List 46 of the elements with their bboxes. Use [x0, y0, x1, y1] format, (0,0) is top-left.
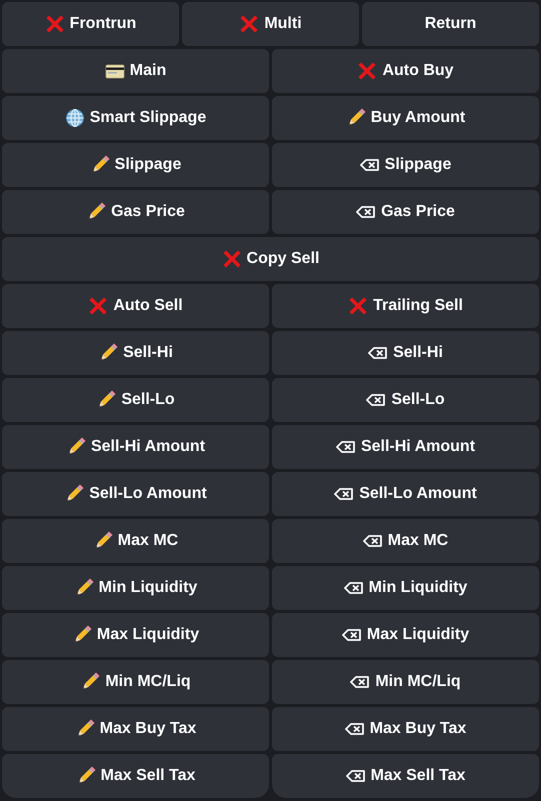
pencil-icon: [80, 672, 100, 692]
pencil-icon: [98, 343, 118, 363]
keyboard-button[interactable]: Sell-Hi Amount: [2, 425, 269, 469]
keyboard-button[interactable]: Min Liquidity: [2, 566, 269, 610]
keyboard-button[interactable]: Min Liquidity: [272, 566, 539, 610]
cross-icon: [239, 14, 260, 34]
keyboard-button[interactable]: Sell-Hi Amount: [272, 425, 539, 469]
cross-icon: [88, 296, 108, 316]
keyboard-button[interactable]: Slippage: [2, 143, 269, 187]
keyboard-button[interactable]: Max Sell Tax: [2, 754, 269, 798]
keyboard-button[interactable]: Multi: [182, 2, 359, 46]
keyboard-button[interactable]: Max MC: [272, 519, 539, 563]
keyboard-button[interactable]: Sell-Lo Amount: [2, 472, 269, 516]
keyboard-button[interactable]: Max Liquidity: [272, 613, 539, 657]
keyboard-button[interactable]: Auto Buy: [272, 49, 539, 93]
keyboard-button[interactable]: Max Liquidity: [2, 613, 269, 657]
cross-icon: [357, 61, 378, 81]
keyboard-button[interactable]: Sell-Hi: [272, 331, 539, 375]
keyboard-button[interactable]: Smart Slippage: [2, 96, 269, 140]
keyboard-button[interactable]: Max MC: [2, 519, 269, 563]
keyboard-button[interactable]: Copy Sell: [2, 237, 539, 281]
keyboard-button[interactable]: Max Sell Tax: [272, 754, 539, 798]
keyboard-button[interactable]: Sell-Lo: [2, 378, 269, 422]
keyboard-button[interactable]: Main: [2, 49, 269, 93]
keyboard-button[interactable]: Sell-Lo: [272, 378, 539, 422]
keyboard-button[interactable]: Sell-Hi: [2, 331, 269, 375]
keyboard-button[interactable]: Frontrun: [2, 2, 179, 46]
keyboard-button[interactable]: Return: [362, 2, 539, 46]
globe-icon: [64, 108, 85, 128]
keyboard-button[interactable]: Gas Price: [2, 190, 269, 234]
keyboard-button[interactable]: Gas Price: [272, 190, 539, 234]
keyboard-button[interactable]: Buy Amount: [272, 96, 539, 140]
cross-icon: [222, 249, 242, 269]
pencil-icon: [86, 202, 106, 222]
keyboard-button[interactable]: Slippage: [272, 143, 539, 187]
keyboard-button[interactable]: Trailing Sell: [272, 284, 539, 328]
keyboard-button[interactable]: Min MC/Liq: [272, 660, 539, 704]
pencil-icon: [64, 484, 84, 504]
keyboard-button[interactable]: Sell-Lo Amount: [272, 472, 539, 516]
keyboard-button[interactable]: Auto Sell: [2, 284, 269, 328]
cross-icon: [348, 296, 368, 316]
pencil-icon: [96, 390, 116, 410]
keyboard-button[interactable]: Max Buy Tax: [272, 707, 539, 751]
cross-icon: [44, 14, 65, 34]
keyboard-button[interactable]: Max Buy Tax: [2, 707, 269, 751]
keyboard-button[interactable]: Min MC/Liq: [2, 660, 269, 704]
